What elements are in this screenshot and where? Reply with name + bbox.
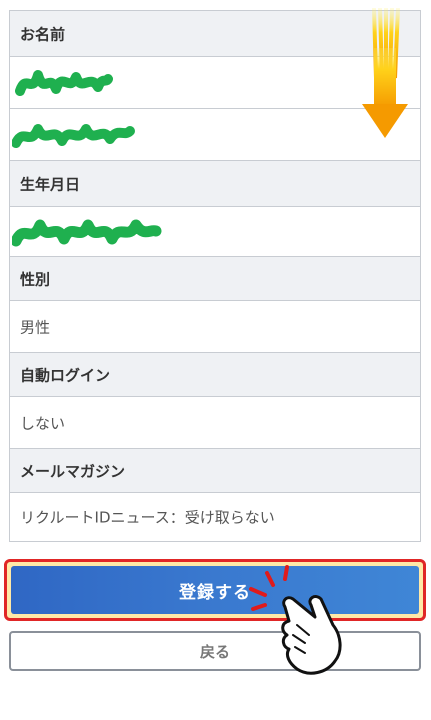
gender-label-row: 性別 <box>10 257 420 301</box>
last-name-value-row <box>10 57 420 109</box>
pointing-hand-icon <box>249 565 342 675</box>
redaction-scribble <box>12 219 162 247</box>
redaction-scribble <box>12 124 135 148</box>
birthdate-label-row: 生年月日 <box>10 161 420 207</box>
name-label: お名前 <box>20 25 66 43</box>
redaction-scribble <box>15 70 113 96</box>
birthdate-value-row <box>10 207 420 257</box>
register-button-label: 登録する <box>11 566 419 614</box>
down-arrow-icon <box>362 8 408 138</box>
mail-magazine-label: メールマガジン <box>20 462 126 480</box>
birthdate-label: 生年月日 <box>20 175 81 193</box>
auto-login-label-row: 自動ログイン <box>10 353 420 397</box>
mail-magazine-value: リクルートIDニュース：受け取らない <box>20 508 275 527</box>
name-label-row: お名前 <box>10 11 420 57</box>
auto-login-value-row: しない <box>10 397 420 449</box>
mail-magazine-label-row: メールマガジン <box>10 449 420 493</box>
gender-value-row: 男性 <box>10 301 420 353</box>
mail-magazine-value-row: リクルートIDニュース：受け取らない <box>10 493 420 541</box>
gender-label: 性別 <box>20 270 51 288</box>
gender-value: 男性 <box>20 318 51 336</box>
back-button[interactable]: 戻る <box>9 631 421 671</box>
register-button[interactable]: 登録する <box>4 559 426 621</box>
first-name-value-row <box>10 109 420 161</box>
auto-login-label: 自動ログイン <box>20 366 111 384</box>
auto-login-value: しない <box>20 414 66 432</box>
